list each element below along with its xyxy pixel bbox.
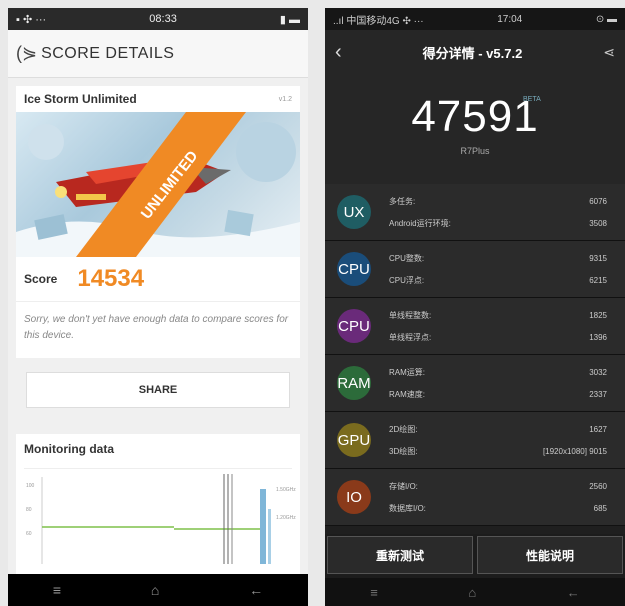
back-icon[interactable]: ← (249, 582, 263, 598)
score-value: 14534 (77, 265, 145, 292)
status-icons-right: ▮ ▬ (279, 13, 300, 26)
ice-storm-artwork: UNLIMITED (16, 112, 300, 257)
metric-value: 2337 (589, 389, 607, 399)
metric-value: 2560 (589, 481, 607, 491)
score-label: Score (24, 272, 58, 286)
category-row[interactable]: CPU CPU整数: 9315 CPU浮点: 6215 (325, 241, 625, 298)
status-icons-right: ⊙ ▬ (595, 13, 617, 25)
metric-label: 单线程整数: (389, 310, 432, 320)
total-score: 47591 (411, 92, 539, 141)
3dmark-logo-icon[interactable]: (⋟ (16, 43, 37, 64)
home-icon[interactable]: ⌂ (151, 582, 159, 598)
metric-value: 685 (593, 503, 607, 513)
category-badge: RAM (337, 366, 371, 400)
score-card: Ice Storm Unlimited v1.2 UNLIMITED Score… (16, 86, 300, 358)
category-badge: CPU (337, 252, 371, 286)
score-row: Score 14534 (16, 257, 300, 301)
metric-value: 1825 (589, 310, 607, 320)
status-icons-left: ..ıl 中国移动4G ✣ ··· (333, 15, 424, 27)
metric-label: CPU整数: (389, 253, 425, 263)
total-score-area: 47591 BETA R7Plus (325, 74, 625, 184)
app-header: (⋟ SCORE DETAILS (8, 30, 308, 78)
test-header: Ice Storm Unlimited v1.2 (16, 86, 300, 112)
category-list: UX 多任务: 6076 Android运行环境: 3508 CPU CPU整数: 9… (325, 184, 625, 526)
right-phone-screen: ..ıl 中国移动4G ✣ ··· 17:04 ⊙ ▬ ‹ 得分详情 - v5.… (325, 8, 625, 606)
monitoring-title: Monitoring data (24, 442, 292, 469)
retest-button[interactable]: 重新测试 (327, 536, 473, 574)
metric-value: 6215 (589, 275, 607, 285)
app-title-bar: ‹ 得分详情 - v5.7.2 ⋖ (325, 30, 625, 74)
status-bar: ..ıl 中国移动4G ✣ ··· 17:04 ⊙ ▬ (325, 8, 625, 30)
metric-value: 3508 (589, 218, 607, 228)
category-row[interactable]: UX 多任务: 6076 Android运行环境: 3508 (325, 184, 625, 241)
metric-label: 2D绘图: (389, 424, 418, 434)
metric-label: 数据库I/O: (389, 503, 426, 513)
metric-value: 6076 (589, 196, 607, 206)
y-tick-label: 100 (26, 483, 35, 489)
metric-value: 1396 (589, 332, 607, 342)
share-icon[interactable]: ⋖ (603, 44, 615, 61)
android-nav-bar: ≡ ⌂ ← (325, 578, 625, 606)
y-tick-label: 60 (26, 531, 32, 537)
freq-label: 1.20GHz (276, 515, 296, 521)
metric-label: 存储I/O: (389, 481, 418, 491)
freq-label: 1.50GHz (276, 487, 296, 493)
category-badge: GPU (337, 423, 371, 457)
menu-icon[interactable]: ≡ (53, 582, 61, 598)
device-model: R7Plus (460, 146, 490, 156)
metric-label: 多任务: (389, 196, 416, 206)
metric-value: 3032 (589, 367, 607, 377)
left-phone-screen: ▪ ✣ ··· 08:33 ▮ ▬ (⋟ SCORE DETAILS Ice S… (8, 8, 308, 606)
android-nav-bar: ≡ ⌂ ← (8, 574, 308, 606)
metric-label: Android运行环境: (389, 218, 451, 228)
monitoring-graph: 100 80 60 1.50GHz 1.20GHz (26, 474, 296, 564)
back-arrow-icon[interactable]: ‹ (335, 41, 342, 64)
metric-label: CPU浮点: (389, 275, 425, 285)
test-name: Ice Storm Unlimited (24, 92, 137, 106)
metric-label: 单线程浮点: (389, 332, 432, 342)
status-time: 08:33 (149, 13, 177, 25)
beta-badge: BETA (523, 96, 541, 103)
category-row[interactable]: CPU 单线程整数: 1825 单线程浮点: 1396 (325, 298, 625, 355)
metric-value: 9315 (589, 253, 607, 263)
menu-icon[interactable]: ≡ (370, 585, 378, 600)
metric-value: [1920x1080] 9015 (542, 446, 607, 456)
status-icons-left: ▪ ✣ ··· (16, 13, 47, 26)
metric-label: 3D绘图: (389, 446, 418, 456)
status-time: 17:04 (497, 13, 523, 25)
category-badge: CPU (337, 309, 371, 343)
back-icon[interactable]: ← (567, 585, 580, 600)
share-area: SHARE (16, 358, 300, 422)
category-badge: UX (337, 195, 371, 229)
test-version: v1.2 (278, 95, 292, 103)
benchmark-banner-image: UNLIMITED (16, 112, 300, 257)
metric-label: RAM速度: (389, 389, 425, 399)
compare-message: Sorry, we don't yet have enough data to … (16, 301, 300, 358)
category-row[interactable]: RAM RAM运算: 3032 RAM速度: 2337 (325, 355, 625, 412)
action-buttons: 重新测试 性能说明 (325, 534, 625, 578)
category-badge: IO (337, 480, 371, 514)
status-bar: ▪ ✣ ··· 08:33 ▮ ▬ (8, 8, 308, 30)
metric-label: RAM运算: (389, 367, 425, 377)
performance-info-button[interactable]: 性能说明 (477, 536, 623, 574)
page-title: SCORE DETAILS (41, 44, 175, 62)
category-row[interactable]: IO 存储I/O: 2560 数据库I/O: 685 (325, 469, 625, 526)
y-tick-label: 80 (26, 507, 32, 513)
share-button[interactable]: SHARE (26, 372, 290, 408)
metric-value: 1627 (589, 424, 607, 434)
page-title: 得分详情 - v5.7.2 (422, 45, 523, 61)
home-icon[interactable]: ⌂ (468, 585, 476, 600)
category-row[interactable]: GPU 2D绘图: 1627 3D绘图: [1920x1080] 9015 (325, 412, 625, 469)
